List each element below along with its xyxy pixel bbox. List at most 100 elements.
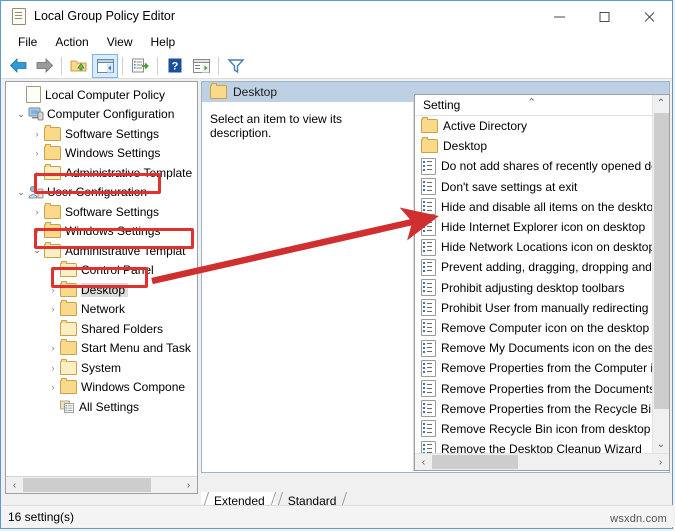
tree-node-windows-settings-computer[interactable]: › Windows Settings	[6, 144, 197, 164]
policy-setting-icon	[421, 178, 436, 196]
list-item[interactable]: Prevent adding, dragging, dropping and c…	[415, 257, 653, 277]
tree-node-label: Start Menu and Task	[81, 341, 191, 356]
list-item[interactable]: Remove Properties from the Recycle Bin c…	[415, 399, 653, 419]
settings-list-view[interactable]: Setting ⌃ Active Directory Desktop Do no…	[414, 94, 670, 471]
folder-icon	[44, 163, 61, 180]
scroll-up-arrow-icon[interactable]: ⌃	[653, 95, 669, 112]
menu-help[interactable]: Help	[142, 33, 185, 51]
list-item-label: Hide Internet Explorer icon on desktop	[441, 220, 646, 235]
chevron-right-icon[interactable]: ›	[46, 343, 60, 353]
console-tree: Local Computer Policy ⌄ Computer Configu…	[6, 85, 197, 417]
policy-setting-icon	[421, 339, 436, 357]
back-icon[interactable]	[5, 54, 31, 78]
chevron-right-icon[interactable]: ›	[46, 285, 60, 295]
tree-node-all-settings[interactable]: All Settings	[6, 397, 197, 417]
tree-node-windows-components[interactable]: › Windows Compone	[6, 378, 197, 398]
list-item[interactable]: Prohibit User from manually redirecting …	[415, 298, 653, 318]
menu-view[interactable]: View	[98, 33, 142, 51]
settings-hscroll-track[interactable]	[432, 454, 652, 470]
scroll-left-arrow-icon[interactable]: ‹	[6, 477, 23, 493]
chevron-down-icon[interactable]: ⌄	[30, 245, 44, 256]
scroll-left-arrow-icon[interactable]: ‹	[415, 454, 432, 470]
tree-node-start-menu-and-taskbar[interactable]: › Start Menu and Task	[6, 339, 197, 359]
tree-node-shared-folders[interactable]: Shared Folders	[6, 319, 197, 339]
status-text: 16 setting(s)	[8, 509, 75, 524]
filter-icon[interactable]	[223, 54, 249, 78]
tree-node-user-configuration[interactable]: ⌄ User Configuration	[6, 183, 197, 203]
tree-hscroll-track[interactable]	[23, 477, 180, 493]
policy-setting-icon	[421, 279, 436, 297]
list-item[interactable]: Prohibit adjusting desktop toolbars	[415, 278, 653, 298]
chevron-down-icon[interactable]: ⌄	[14, 187, 28, 198]
tree-node-label: Local Computer Policy	[45, 87, 166, 102]
chevron-down-icon[interactable]: ⌄	[14, 109, 28, 120]
folder-icon	[421, 137, 438, 154]
minimize-button[interactable]	[537, 1, 582, 31]
tree-hscroll-thumb[interactable]	[23, 478, 151, 492]
folder-icon	[44, 202, 61, 219]
menu-file[interactable]: File	[9, 33, 46, 51]
chevron-right-icon[interactable]: ›	[46, 265, 60, 275]
forward-icon[interactable]	[31, 54, 57, 78]
tree-node-label: Administrative Templat	[65, 243, 186, 258]
close-button[interactable]	[627, 1, 672, 31]
tree-node-system[interactable]: › System	[6, 358, 197, 378]
help-icon[interactable]: ?	[162, 54, 188, 78]
list-item[interactable]: Remove Properties from the Computer ico	[415, 358, 653, 378]
list-item[interactable]: Hide Network Locations icon on desktop	[415, 237, 653, 257]
properties-icon[interactable]	[188, 54, 214, 78]
list-item[interactable]: Don't save settings at exit	[415, 177, 653, 197]
tree-node-administrative-templates-user[interactable]: ⌄ Administrative Templat	[6, 241, 197, 261]
list-item[interactable]: Active Directory	[415, 116, 653, 136]
chevron-right-icon[interactable]: ›	[30, 168, 44, 178]
list-item-hide-and-disable-all-items[interactable]: Hide and disable all items on the deskto…	[415, 197, 653, 217]
settings-vscroll-thumb[interactable]	[654, 113, 669, 409]
tree-node-control-panel[interactable]: › Control Panel	[6, 261, 197, 281]
export-list-icon[interactable]	[127, 54, 153, 78]
tree-node-desktop[interactable]: › Desktop	[6, 280, 197, 300]
scroll-down-arrow-icon[interactable]: ⌄	[653, 436, 669, 453]
chevron-right-icon[interactable]: ›	[46, 363, 60, 373]
list-item[interactable]: Hide Internet Explorer icon on desktop	[415, 217, 653, 237]
chevron-right-icon[interactable]: ›	[46, 382, 60, 392]
tree-node-network[interactable]: › Network	[6, 300, 197, 320]
column-header-label: Setting	[423, 98, 461, 112]
tree-node-label: Control Panel	[81, 263, 154, 278]
tree-node-software-settings-computer[interactable]: › Software Settings	[6, 124, 197, 144]
show-hide-console-tree-icon[interactable]	[92, 53, 118, 78]
tree-node-windows-settings-user[interactable]: › Windows Settings	[6, 222, 197, 242]
menu-action[interactable]: Action	[46, 33, 97, 51]
settings-hscroll-thumb[interactable]	[432, 455, 518, 469]
svg-text:?: ?	[172, 61, 179, 73]
list-item-label: Do not add shares of recently opened doc…	[441, 159, 653, 174]
settings-vertical-scrollbar[interactable]: ⌃ ⌄	[652, 95, 669, 453]
chevron-right-icon[interactable]: ›	[30, 207, 44, 217]
chevron-right-icon[interactable]: ›	[30, 129, 44, 139]
chevron-right-icon[interactable]: ›	[46, 304, 60, 314]
list-item[interactable]: Remove Computer icon on the desktop	[415, 318, 653, 338]
list-item[interactable]: Remove Recycle Bin icon from desktop	[415, 419, 653, 439]
chevron-right-icon[interactable]: ›	[30, 226, 44, 236]
chevron-right-icon[interactable]: ›	[30, 148, 44, 158]
tree-horizontal-scrollbar[interactable]: ‹ ›	[6, 476, 197, 493]
maximize-button[interactable]	[582, 1, 627, 31]
up-one-level-icon[interactable]	[66, 54, 92, 78]
list-item[interactable]: Desktop	[415, 136, 653, 156]
console-tree-pane[interactable]: Local Computer Policy ⌄ Computer Configu…	[5, 81, 198, 494]
list-item-label: Hide Network Locations icon on desktop	[441, 240, 653, 255]
tree-node-computer-configuration[interactable]: ⌄ Computer Configuration	[6, 105, 197, 125]
tree-node-local-computer-policy[interactable]: Local Computer Policy	[6, 85, 197, 105]
list-item[interactable]: Do not add shares of recently opened doc…	[415, 156, 653, 176]
status-bar: 16 setting(s) wsxdn.com	[2, 505, 673, 527]
list-item[interactable]: Remove Properties from the Documents ic	[415, 378, 653, 398]
list-item-label: Remove Properties from the Computer ico	[441, 361, 653, 376]
list-item[interactable]: Remove My Documents icon on the deskt	[415, 338, 653, 358]
scroll-right-arrow-icon[interactable]: ›	[180, 477, 197, 493]
settings-column-header[interactable]: Setting ⌃	[415, 95, 653, 116]
settings-horizontal-scrollbar[interactable]: ‹ ›	[415, 453, 669, 470]
settings-rows: Active Directory Desktop Do not add shar…	[415, 116, 653, 470]
scroll-right-arrow-icon[interactable]: ›	[652, 454, 669, 470]
tree-node-software-settings-user[interactable]: › Software Settings	[6, 202, 197, 222]
policy-setting-icon	[421, 218, 436, 236]
tree-node-administrative-templates-computer[interactable]: › Administrative Template	[6, 163, 197, 183]
